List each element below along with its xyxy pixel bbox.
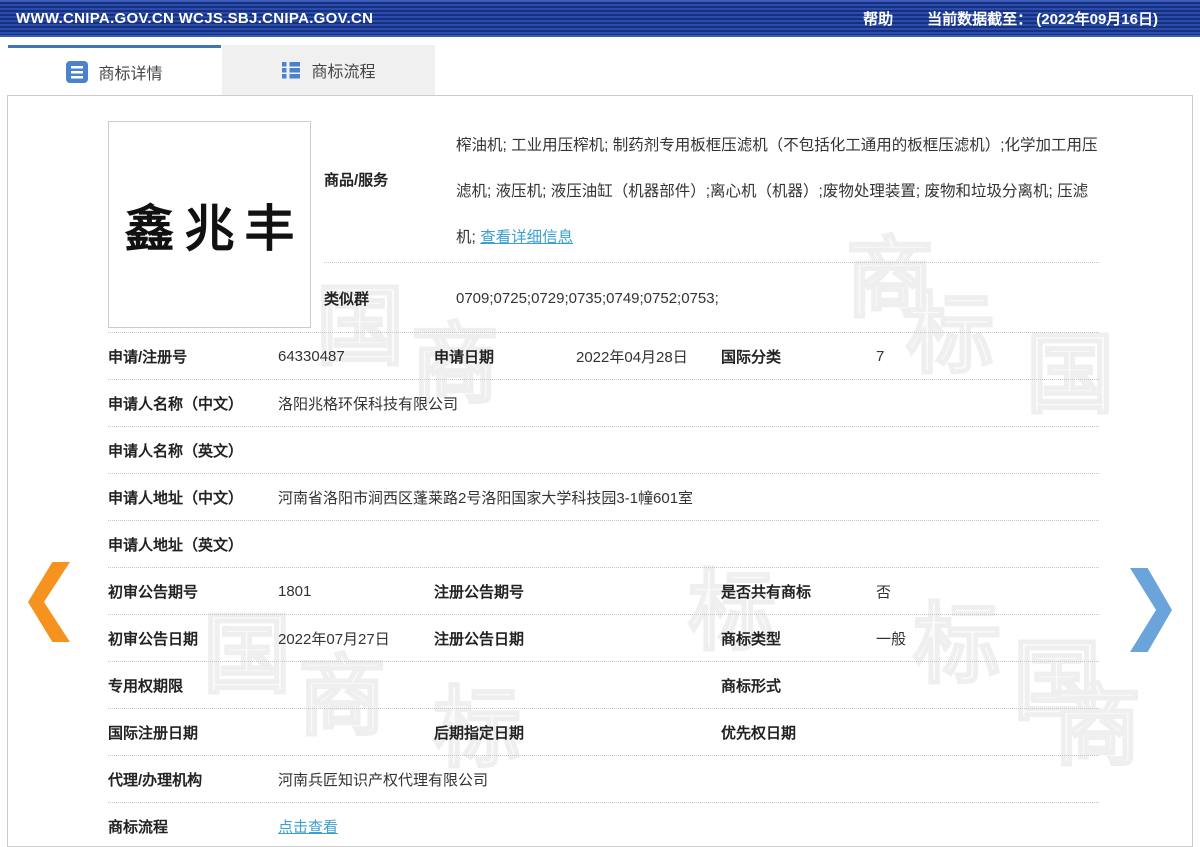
trademark-name: 鑫兆丰	[125, 189, 305, 261]
goods-services-row: 商品/服务 榨油机; 工业用压榨机; 制药剂专用板框压滤机（不包括化工通用的板框…	[324, 96, 1099, 263]
clipboard-list-icon	[66, 61, 88, 83]
site-domains: WWW.CNIPA.GOV.CN WCJS.SBJ.CNIPA.GOV.CN	[16, 10, 863, 27]
tab-label: 商标流程	[311, 58, 375, 82]
field-value: 否	[876, 581, 1099, 602]
field-label: 优先权日期	[721, 722, 876, 743]
field-label: 注册公告日期	[434, 628, 576, 649]
table-row: 商标流程点击查看	[108, 803, 1099, 847]
table-row: 专用权期限 商标形式	[108, 662, 1099, 709]
field-label: 初审公告日期	[108, 628, 278, 649]
similar-group-row: 类似群 0709;0725;0729;0735;0749;0752;0753;	[324, 263, 1099, 333]
data-cutoff-date: 当前数据截至： (2022年09月16日)	[927, 8, 1158, 29]
table-row: 申请人名称（中文）洛阳兆格环保科技有限公司	[108, 380, 1099, 427]
click-to-view-link[interactable]: 点击查看	[278, 819, 338, 836]
field-value: 1801	[278, 583, 434, 600]
field-label: 申请日期	[434, 346, 576, 367]
field-value: 2022年04月28日	[576, 346, 721, 367]
field-label: 商标形式	[721, 675, 876, 696]
field-label: 是否共有商标	[721, 581, 876, 602]
tab-trademark-details[interactable]: 商标详情	[8, 45, 221, 95]
top-bar: WWW.CNIPA.GOV.CN WCJS.SBJ.CNIPA.GOV.CN 帮…	[0, 0, 1200, 37]
field-label: 申请人名称（英文）	[108, 440, 278, 461]
table-row: 申请人地址（中文）河南省洛阳市涧西区蓬莱路2号洛阳国家大学科技园3-1幢601室	[108, 474, 1099, 521]
similar-group-label: 类似群	[324, 288, 456, 309]
table-row: 申请/注册号64330487申请日期2022年04月28日国际分类7	[108, 333, 1099, 380]
field-value: 河南省洛阳市涧西区蓬莱路2号洛阳国家大学科技园3-1幢601室	[278, 487, 1099, 508]
trademark-detail-panel: 国商标国商标国商标国商标 鑫兆丰 商品/服务 榨油机; 工业用压榨机; 制药剂专…	[7, 95, 1193, 847]
table-row: 初审公告日期2022年07月27日注册公告日期 商标类型一般	[108, 615, 1099, 662]
field-label: 申请人地址（中文）	[108, 487, 278, 508]
field-label: 后期指定日期	[434, 722, 576, 743]
field-label: 专用权期限	[108, 675, 278, 696]
field-value: 点击查看	[278, 816, 1099, 837]
table-row: 代理/办理机构河南兵匠知识产权代理有限公司	[108, 756, 1099, 803]
field-label: 申请/注册号	[108, 346, 278, 367]
trademark-image: 鑫兆丰	[108, 121, 311, 328]
field-value: 2022年07月27日	[278, 628, 434, 649]
similar-group-value: 0709;0725;0729;0735;0749;0752;0753;	[456, 290, 719, 307]
field-label: 国际注册日期	[108, 722, 278, 743]
field-value: 64330487	[278, 348, 434, 365]
field-value: 一般	[876, 628, 1099, 649]
tab-bar: 商标详情 商标流程	[0, 37, 1200, 95]
table-row: 申请人名称（英文）	[108, 427, 1099, 474]
field-label: 商标类型	[721, 628, 876, 649]
trademark-summary-section: 鑫兆丰 商品/服务 榨油机; 工业用压榨机; 制药剂专用板框压滤机（不包括化工通…	[108, 96, 1099, 333]
field-label: 申请人名称（中文）	[108, 393, 278, 414]
field-value: 河南兵匠知识产权代理有限公司	[278, 769, 1099, 790]
bulleted-list-icon	[281, 60, 301, 80]
field-label: 国际分类	[721, 346, 876, 367]
help-link[interactable]: 帮助	[863, 8, 893, 29]
table-row: 国际注册日期 后期指定日期 优先权日期	[108, 709, 1099, 756]
field-value: 洛阳兆格环保科技有限公司	[278, 393, 1099, 414]
detail-table: 申请/注册号64330487申请日期2022年04月28日国际分类7申请人名称（…	[108, 333, 1099, 847]
field-label: 代理/办理机构	[108, 769, 278, 790]
goods-services-value: 榨油机; 工业用压榨机; 制药剂专用板框压滤机（不包括化工通用的板框压滤机）;化…	[456, 122, 1099, 262]
table-row: 申请人地址（英文）	[108, 521, 1099, 568]
tab-trademark-process[interactable]: 商标流程	[222, 45, 435, 95]
field-value: 7	[876, 348, 1099, 365]
view-details-link[interactable]: 查看详细信息	[480, 229, 573, 246]
field-label: 初审公告期号	[108, 581, 278, 602]
field-label: 申请人地址（英文）	[108, 534, 278, 555]
goods-services-label: 商品/服务	[324, 122, 456, 236]
table-row: 初审公告期号1801注册公告期号 是否共有商标否	[108, 568, 1099, 615]
field-label: 商标流程	[108, 816, 278, 837]
field-label: 注册公告期号	[434, 581, 576, 602]
tab-label: 商标详情	[98, 60, 162, 84]
